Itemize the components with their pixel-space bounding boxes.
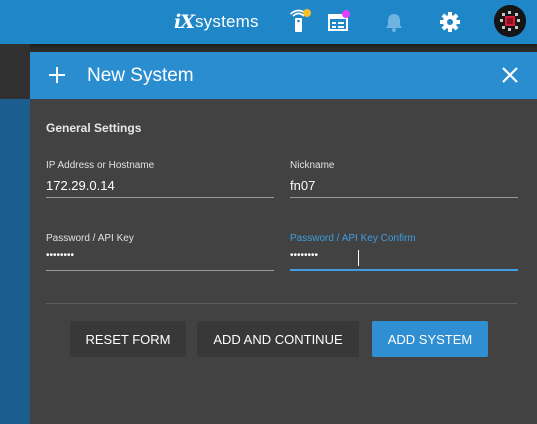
password-confirm-field-underline [290,269,518,271]
close-icon[interactable] [498,63,522,87]
password-field-label: Password / API Key [46,233,134,244]
host-field[interactable]: 172.29.0.14 [46,178,115,193]
add-and-continue-button[interactable]: ADD AND CONTINUE [197,321,359,357]
host-field-label: IP Address or Hostname [46,160,155,171]
text-cursor [358,250,359,266]
dialog-title: New System [87,65,194,86]
brand-mark: iX [174,11,195,33]
section-title: General Settings [46,121,142,135]
password-field[interactable]: •••••••• [46,250,74,261]
password-confirm-field-label: Password / API Key Confirm [290,233,416,244]
password-confirm-field[interactable]: •••••••• [290,250,318,261]
nickname-field-underline [290,197,518,198]
nickname-field[interactable]: fn07 [290,178,315,193]
appliance-status-icon[interactable] [286,8,314,36]
divider [46,303,517,304]
brand-text: systems [194,12,259,31]
new-system-dialog: New System General Settings IP Address o… [30,52,537,424]
plus-icon [48,61,66,91]
account-avatar-icon[interactable] [494,5,526,37]
ixsystems-logo[interactable]: iX systems [174,10,259,34]
reset-form-button[interactable]: RESET FORM [70,321,186,357]
nickname-field-label: Nickname [290,160,335,171]
notifications-icon[interactable] [380,8,408,36]
password-field-underline [46,270,274,271]
host-field-underline [46,197,274,198]
dialog-header: New System [30,52,537,99]
background-panel-blue [0,99,30,424]
add-system-button[interactable]: ADD SYSTEM [372,321,488,357]
top-bar: iX systems [0,0,537,44]
task-manager-icon[interactable] [325,8,353,36]
background-panel [0,44,30,99]
settings-gear-icon[interactable] [436,8,464,36]
